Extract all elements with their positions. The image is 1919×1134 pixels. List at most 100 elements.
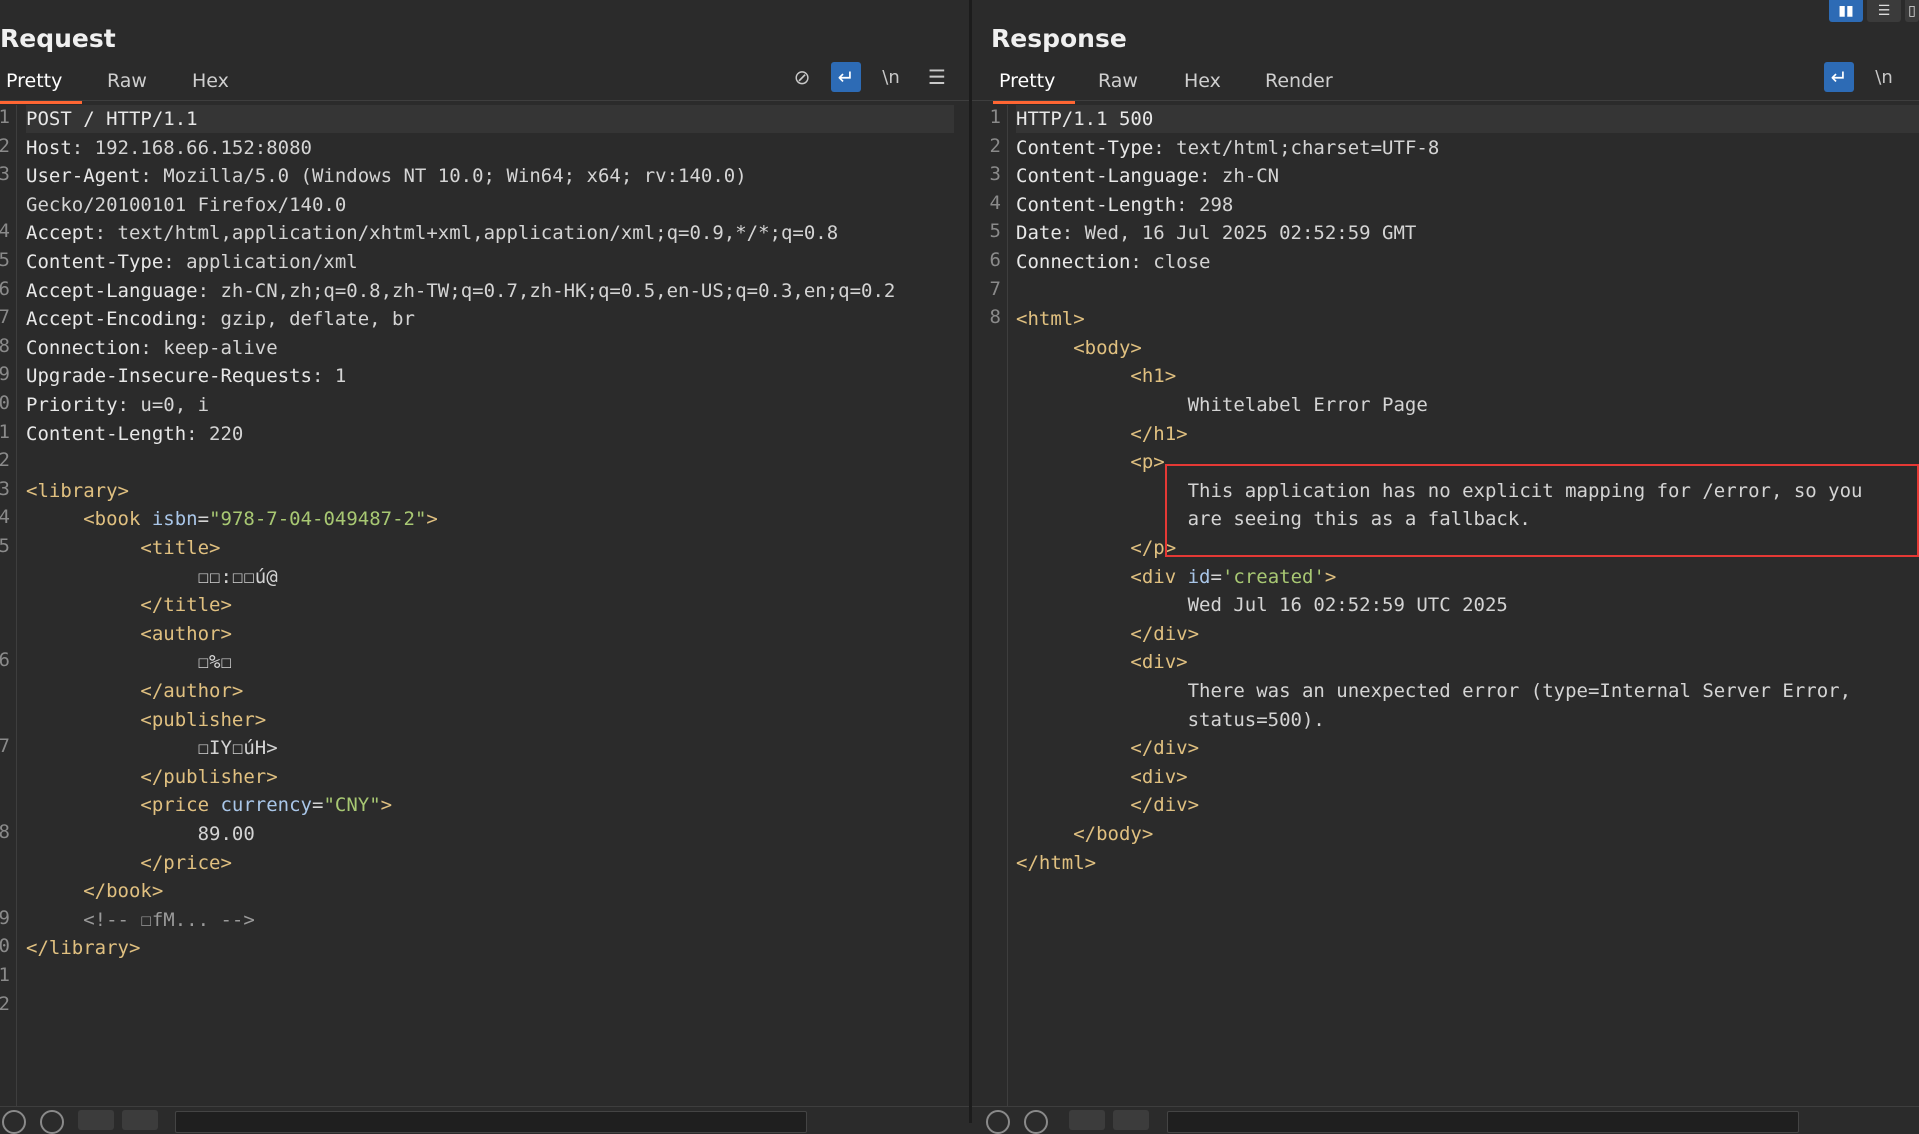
prev-match-button[interactable] — [78, 1110, 114, 1130]
word-wrap-icon[interactable]: ↵ — [831, 62, 861, 92]
response-tab-raw[interactable]: Raw — [1098, 70, 1138, 98]
request-code-line[interactable]: </price> — [26, 849, 232, 877]
menu-icon[interactable]: ☰ — [922, 62, 952, 92]
request-code-line[interactable]: Accept: text/html,application/xhtml+xml,… — [26, 219, 838, 247]
response-code-line[interactable]: <div id='created'> — [1016, 563, 1336, 591]
code-token: </div> — [1130, 737, 1200, 760]
settings-icon[interactable] — [1024, 1110, 1048, 1134]
request-code-line[interactable]: User-Agent: Mozilla/5.0 (Windows NT 10.0… — [26, 162, 747, 190]
request-search-input[interactable] — [175, 1111, 807, 1133]
request-code-line[interactable]: <price currency="CNY"> — [26, 791, 392, 819]
request-code-line[interactable]: ☐IY☐úH> — [26, 734, 278, 762]
response-code-line[interactable]: <html> — [1016, 305, 1085, 333]
request-code-line[interactable]: <book isbn="978-7-04-049487-2"> — [26, 505, 438, 533]
highlight-box — [1165, 464, 1919, 557]
hide-icon[interactable]: ⊘ — [787, 62, 817, 92]
request-code-line[interactable]: Connection: keep-alive — [26, 334, 278, 362]
request-code-line[interactable]: <publisher> — [26, 706, 266, 734]
response-code-line[interactable]: Connection: close — [1016, 248, 1210, 276]
code-token: = — [197, 508, 210, 531]
response-code-line[interactable]: </body> — [1016, 820, 1153, 848]
request-code-line[interactable]: <title> — [26, 534, 220, 562]
code-token: : keep-alive — [140, 336, 278, 359]
response-code-line[interactable]: Wed Jul 16 02:52:59 UTC 2025 — [1016, 591, 1508, 619]
request-code-line[interactable]: <library> — [26, 477, 129, 505]
response-code-line[interactable]: </html> — [1016, 849, 1096, 877]
request-code-line[interactable]: Accept-Language: zh-CN,zh;q=0.8,zh-TW;q=… — [26, 277, 895, 305]
response-code[interactable]: HTTP/1.1 500 Content-Type: text/html;char… — [1016, 105, 1919, 1107]
request-code-line[interactable]: Accept-Encoding: gzip, deflate, br — [26, 305, 415, 333]
request-code-line[interactable]: POST / HTTP/1.1 — [26, 105, 954, 133]
response-tab-pretty[interactable]: Pretty — [992, 70, 1076, 104]
request-tabs: Pretty Raw Hex — [0, 66, 970, 104]
request-tab-hex[interactable]: Hex — [192, 70, 229, 98]
request-code-line[interactable]: ☐☐:☐☐ú@ — [26, 563, 278, 591]
request-code-line[interactable]: </title> — [26, 591, 232, 619]
help-icon[interactable] — [986, 1110, 1010, 1134]
response-code-line[interactable]: </h1> — [1016, 420, 1188, 448]
response-code-line[interactable]: There was an unexpected error (type=Inte… — [1016, 677, 1851, 705]
response-code-line[interactable]: Date: Wed, 16 Jul 2025 02:52:59 GMT — [1016, 219, 1416, 247]
request-tab-raw[interactable]: Raw — [107, 70, 147, 98]
split-vertical-icon[interactable]: ☰ — [1867, 0, 1901, 22]
response-tab-render[interactable]: Render — [1265, 70, 1333, 98]
request-code-line[interactable]: ☐%☐ — [26, 648, 232, 676]
line-number: 7 — [0, 306, 10, 329]
line-number: 8 — [0, 821, 10, 843]
response-code-line[interactable]: status=500). — [1016, 706, 1325, 734]
response-code-line[interactable]: </div> — [1016, 791, 1199, 819]
newline-icon[interactable]: \n — [1869, 62, 1899, 92]
response-tab-hex[interactable]: Hex — [1184, 70, 1221, 98]
code-token: > — [426, 508, 438, 531]
code-token: : u=0, i — [117, 394, 210, 416]
response-code-line[interactable]: </div> — [1016, 620, 1199, 648]
request-code-line[interactable]: </library> — [26, 934, 140, 962]
code-token: Content-Language — [1016, 165, 1200, 188]
prev-match-button[interactable] — [1069, 1110, 1105, 1130]
request-code-line[interactable]: Gecko/20100101 Firefox/140.0 — [26, 191, 346, 219]
request-code-line[interactable]: Upgrade-Insecure-Requests: 1 — [26, 362, 346, 390]
request-code-line[interactable]: <!-- ☐fM... --> — [26, 906, 255, 934]
response-code-line[interactable]: <div> — [1016, 648, 1187, 676]
response-code-line[interactable]: Content-Language: zh-CN — [1016, 162, 1279, 190]
request-code-line[interactable]: Content-Length: 220 — [26, 420, 243, 448]
request-code-line[interactable]: </book> — [26, 877, 163, 905]
response-code-line[interactable]: Content-Length: 298 — [1016, 191, 1233, 219]
response-code-line[interactable]: HTTP/1.1 500 — [1016, 105, 1919, 133]
request-code-line[interactable]: </author> — [26, 677, 243, 705]
line-number: 1 — [0, 420, 10, 443]
help-icon[interactable] — [2, 1110, 26, 1134]
request-code-line[interactable]: Priority: u=0, i — [26, 391, 209, 419]
response-code-line[interactable]: <div> — [1016, 763, 1187, 791]
request-code-line[interactable]: Content-Type: application/xml — [26, 248, 358, 276]
code-token: </h1> — [1130, 422, 1188, 445]
line-number: 5 — [0, 249, 10, 271]
code-token: <h1> — [1130, 365, 1177, 388]
newline-icon[interactable]: \n — [876, 62, 906, 92]
split-horizontal-icon[interactable]: ▮▮ — [1829, 0, 1863, 22]
settings-icon[interactable] — [40, 1110, 64, 1134]
response-code-line[interactable]: Content-Type: text/html;charset=UTF-8 — [1016, 134, 1439, 162]
response-code-line[interactable]: </div> — [1016, 734, 1199, 762]
response-code-line[interactable]: <body> — [1016, 334, 1142, 362]
request-code-line[interactable]: </publisher> — [26, 763, 277, 791]
response-code-line[interactable]: </p> — [1016, 534, 1176, 562]
next-match-button[interactable] — [122, 1110, 158, 1130]
request-code-line[interactable]: 89.00 — [26, 820, 255, 848]
response-editor[interactable]: 1 2 3 4 5 6 7 8 HTTP/1.1 500 Content-Type: text/… — [972, 105, 1919, 1107]
request-code[interactable]: POST / HTTP/1.1 Host: 192.168.66.152:8080… — [26, 105, 970, 1107]
response-code-line[interactable]: <h1> — [1016, 362, 1176, 390]
request-tab-pretty[interactable]: Pretty — [0, 70, 83, 104]
request-code-line[interactable]: Host: 192.168.66.152:8080 — [26, 134, 312, 162]
request-editor[interactable]: 1 2 3 4 5 6 7 8 9 0 1 2 3 4 5 6 7 8 9 0 1 2 POST / HTTP/1.1 Ho… — [0, 105, 970, 1107]
code-token: Content-Length — [26, 422, 187, 445]
tabs-layout-icon[interactable]: ▯ — [1905, 0, 1919, 22]
request-code-line[interactable]: <author> — [26, 620, 232, 648]
response-code-line[interactable]: Whitelabel Error Page — [1016, 391, 1428, 419]
word-wrap-icon[interactable]: ↵ — [1824, 62, 1854, 92]
response-search-input[interactable] — [1167, 1111, 1799, 1133]
response-code-line[interactable]: <p> — [1016, 448, 1164, 476]
next-match-button[interactable] — [1113, 1110, 1149, 1130]
